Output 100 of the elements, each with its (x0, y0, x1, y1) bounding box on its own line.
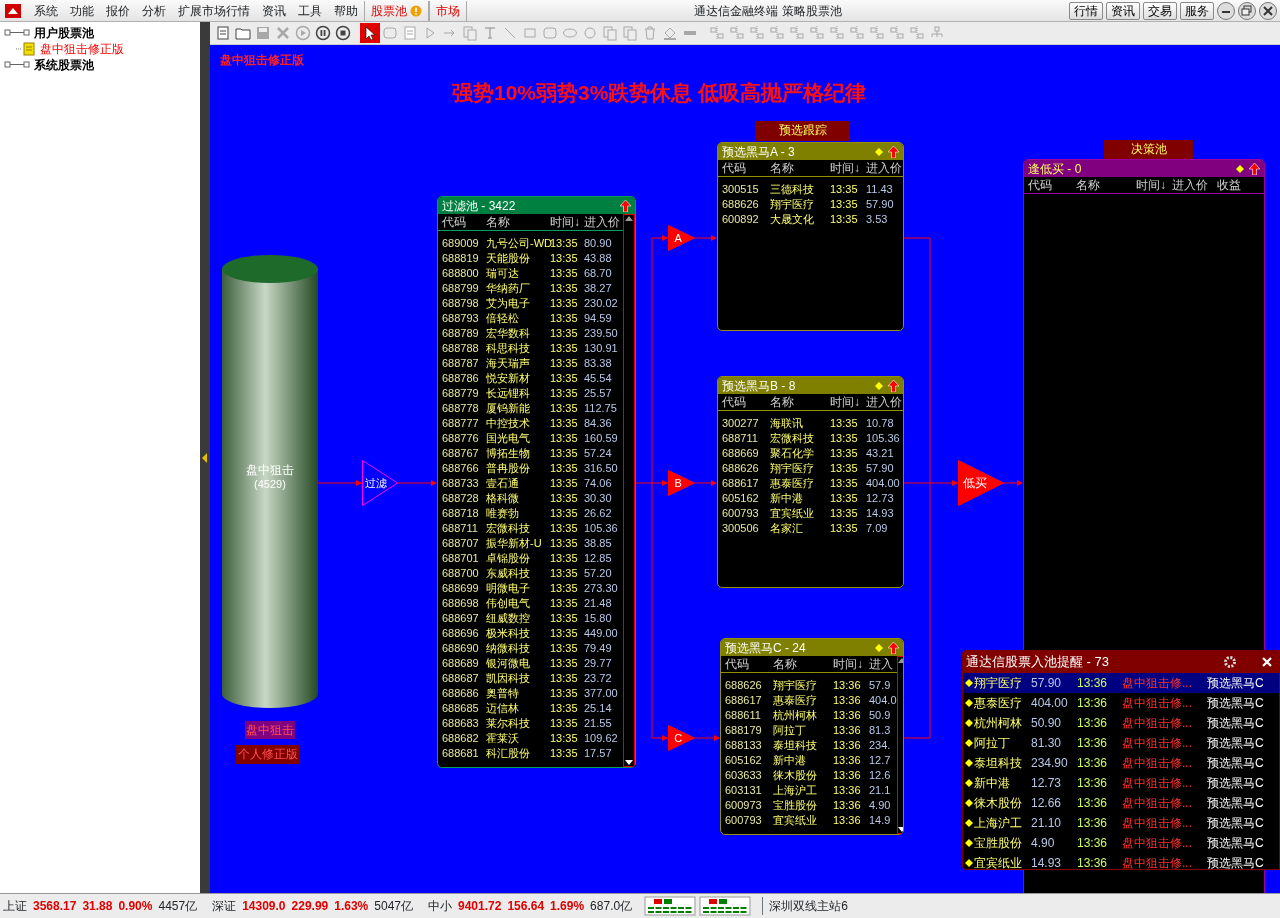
column-header[interactable]: 时间↓ (833, 656, 869, 673)
menu-item[interactable]: 帮助 (328, 0, 364, 22)
menu-tab[interactable]: 市场 (429, 0, 467, 21)
column-header[interactable]: 时间↓ (830, 160, 866, 177)
column-header[interactable]: 进入价 (866, 160, 903, 177)
tree-item[interactable]: 系统股票池 (34, 56, 94, 74)
table-cell-text: 13:35 (550, 326, 579, 341)
table-cell-text: 莱尔科技 (486, 716, 531, 731)
time-text: 13:36 (1077, 695, 1109, 712)
stop-icon[interactable] (335, 25, 351, 41)
minimize-icon[interactable] (1217, 1, 1235, 20)
collapse-arrow-icon[interactable] (202, 452, 208, 463)
table-cell-text: 600892 (722, 212, 760, 227)
up-arrow-icon[interactable] (888, 379, 899, 392)
table-cell-text: 688687 (442, 671, 480, 686)
toolbar-button[interactable]: 行情 (1069, 1, 1103, 20)
column-header[interactable]: 时间↓ (830, 394, 866, 411)
menu-item[interactable]: 资讯 (256, 0, 292, 22)
notification-row[interactable]: 杭州柯林 50.90 13:36 盘中狙击修... 预选黑马C (963, 713, 1279, 733)
branch-node: C (668, 725, 695, 751)
up-arrow-icon[interactable] (1249, 162, 1260, 175)
table-cell-text: 688819 (442, 251, 480, 266)
pointer-icon[interactable] (362, 25, 378, 41)
toolbar-button[interactable]: 服务 (1180, 1, 1214, 20)
price-text: 12.73 (1031, 775, 1063, 792)
notification-row[interactable]: 宝胜股份 4.90 13:36 盘中狙击修... 预选黑马C (963, 833, 1279, 853)
column-header[interactable]: 进入 (869, 656, 897, 673)
column-header[interactable]: 进入价 (1172, 177, 1217, 194)
index-percent: 0.90% (118, 898, 153, 915)
table-cell-text: 230.02 (584, 296, 619, 311)
scrollbar[interactable] (623, 214, 635, 767)
column-header[interactable]: 进入价 (584, 214, 623, 231)
filter-node: 过滤 (362, 460, 398, 506)
column-header[interactable]: 名称 (1076, 177, 1136, 194)
table-cell-text: 13:35 (550, 476, 579, 491)
settings-icon[interactable] (1223, 655, 1237, 669)
price-text: 57.90 (1031, 675, 1063, 692)
time-text: 13:36 (1077, 755, 1109, 772)
pool-name-text: 预选黑马C (1207, 755, 1265, 772)
column-header[interactable]: 代码 (722, 394, 770, 411)
pool-group-label: 决策池 (1104, 140, 1193, 159)
price-text: 234.90 (1031, 755, 1069, 772)
menu-tab[interactable]: 股票池 (364, 0, 429, 21)
column-header[interactable]: 代码 (722, 160, 770, 177)
notification-row[interactable]: 泰坦科技 234.90 13:36 盘中狙击修... 预选黑马C (963, 753, 1279, 773)
menu-item[interactable]: 功能 (64, 0, 100, 22)
stock-name: 徕木股份 (974, 795, 1022, 812)
pause-icon[interactable] (315, 25, 331, 41)
menu-item[interactable]: 分析 (136, 0, 172, 22)
table-cell-text: 天能股份 (486, 251, 531, 266)
column-header[interactable]: 名称 (486, 214, 550, 231)
tree-item[interactable]: 盘中狙击修正版 (40, 40, 124, 58)
restore-icon[interactable] (1238, 1, 1256, 20)
notification-row[interactable]: 新中港 12.73 13:36 盘中狙击修... 预选黑马C (963, 773, 1279, 793)
diamond-icon (965, 779, 973, 787)
menu-item[interactable]: 系统 (28, 0, 64, 22)
document-icon[interactable] (215, 25, 231, 41)
menu-item[interactable]: 报价 (100, 0, 136, 22)
up-arrow-icon[interactable] (888, 145, 899, 158)
notification-row[interactable]: 上海沪工 21.10 13:36 盘中狙击修... 预选黑马C (963, 813, 1279, 833)
folder-icon[interactable] (235, 25, 251, 41)
notification-row[interactable]: 宜宾纸业 14.93 13:36 盘中狙击修... 预选黑马C (963, 853, 1279, 873)
pool-name-text: 预选黑马C (1207, 775, 1265, 792)
column-header[interactable]: 时间↓ (550, 214, 584, 231)
table-cell-text: 13:35 (830, 431, 859, 446)
toolbar-button[interactable]: 交易 (1143, 1, 1177, 20)
table-cell-text: 83.38 (584, 356, 613, 371)
menu-item[interactable]: 扩展市场行情 (172, 0, 256, 22)
stock-name: 宝胜股份 (974, 835, 1022, 852)
close-icon[interactable] (1259, 1, 1277, 20)
column-header[interactable]: 名称 (770, 394, 830, 411)
scroll-down-icon[interactable] (897, 827, 903, 833)
table-cell-text: 13:36 (833, 798, 862, 813)
stock-name: 翔宇医疗 (974, 675, 1022, 692)
table-cell-text: 海联讯 (770, 416, 804, 431)
scrollbar[interactable] (896, 656, 903, 834)
connector-arrow (1002, 480, 1023, 486)
notification-row[interactable]: 翔宇医疗 57.90 13:36 盘中狙击修... 预选黑马C (963, 673, 1279, 693)
toolbar-button[interactable]: 资讯 (1106, 1, 1140, 20)
menu-item[interactable]: 工具 (292, 0, 328, 22)
column-header[interactable]: 收益 (1217, 177, 1264, 194)
column-header[interactable]: 进入价 (866, 394, 903, 411)
column-header[interactable]: 代码 (725, 656, 773, 673)
column-header[interactable]: 名称 (770, 160, 830, 177)
column-header[interactable]: 代码 (442, 214, 486, 231)
column-header[interactable]: 名称 (773, 656, 833, 673)
strategy-text: 盘中狙击修... (1122, 715, 1193, 732)
scroll-down-icon[interactable] (625, 760, 633, 766)
table-cell-text: 13:35 (550, 446, 579, 461)
tree-item[interactable]: 用户股票池 (34, 24, 94, 42)
table-cell-text: 239.50 (584, 326, 619, 341)
notification-row[interactable]: 徕木股份 12.66 13:36 盘中狙击修... 预选黑马C (963, 793, 1279, 813)
table-cell-text: 国光电气 (486, 431, 531, 446)
table-cell-text: 上海沪工 (773, 783, 818, 798)
stock-name: 惠泰医疗 (974, 695, 1022, 712)
column-header[interactable]: 代码 (1028, 177, 1076, 194)
column-header[interactable]: 时间↓ (1136, 177, 1172, 194)
table-cell-text: 13:35 (550, 551, 579, 566)
notification-row[interactable]: 阿拉丁 81.30 13:36 盘中狙击修... 预选黑马C (963, 733, 1279, 753)
notification-row[interactable]: 惠泰医疗 404.00 13:36 盘中狙击修... 预选黑马C (963, 693, 1279, 713)
